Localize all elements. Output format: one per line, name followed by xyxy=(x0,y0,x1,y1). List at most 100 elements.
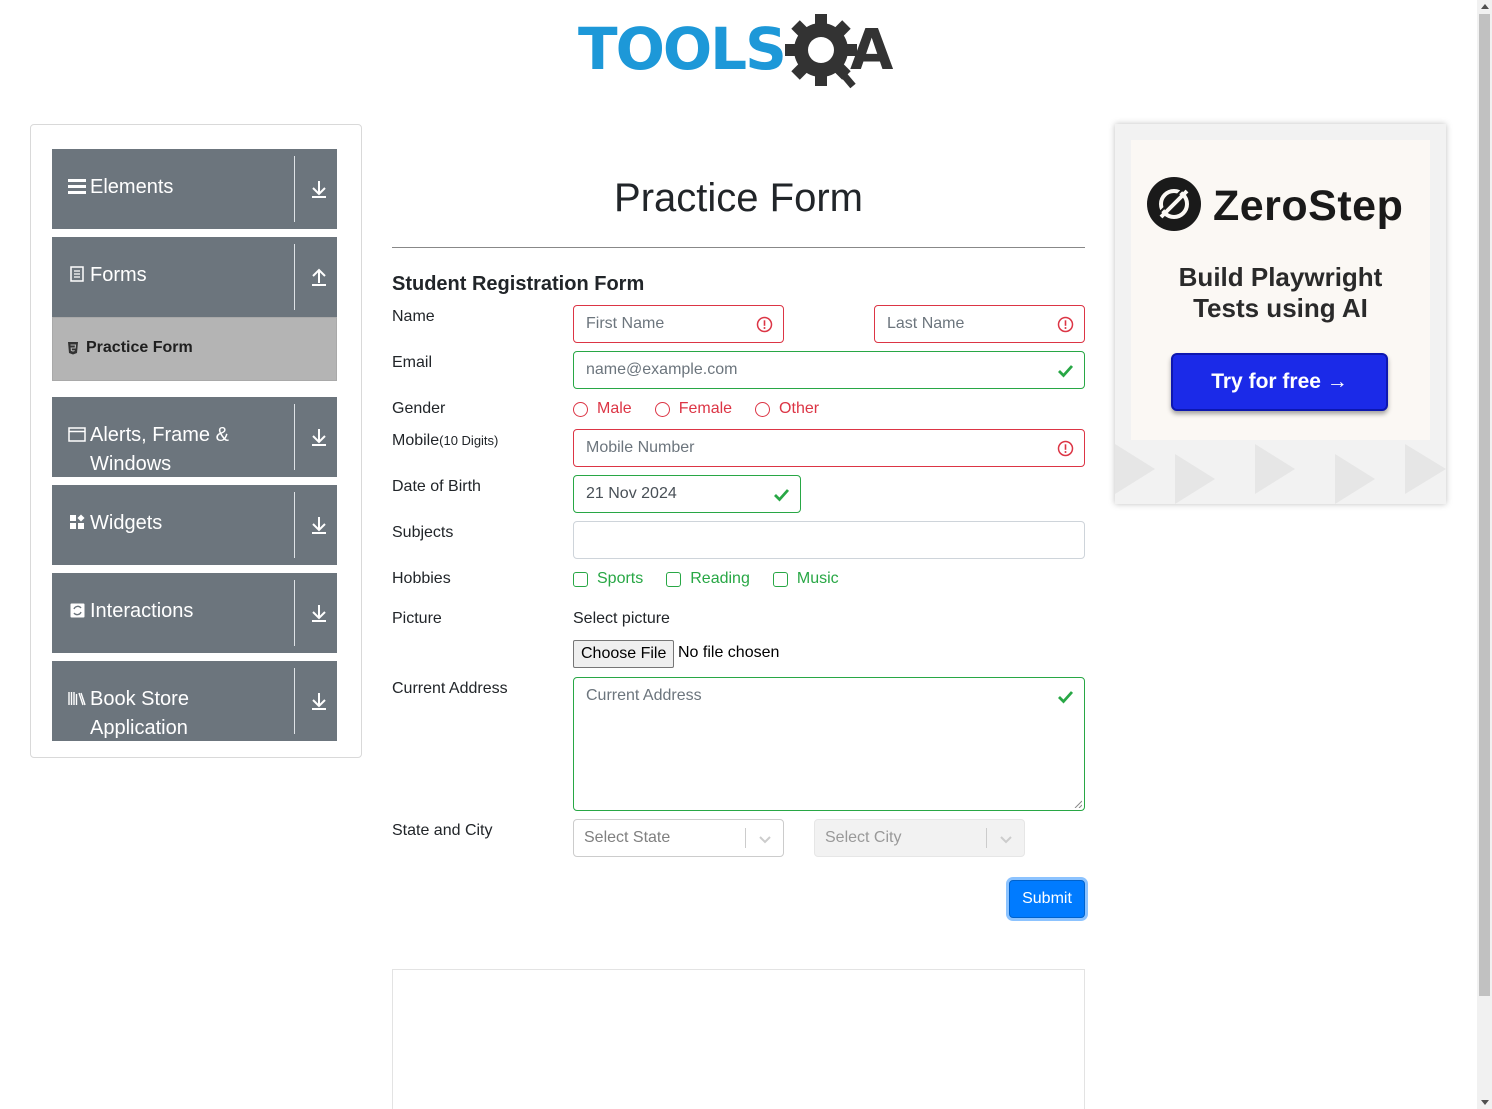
city-select[interactable]: Select City xyxy=(814,819,1025,857)
divider xyxy=(392,247,1085,248)
sidebar-group-forms[interactable]: Forms xyxy=(52,237,337,317)
gender-other-radio[interactable] xyxy=(755,401,771,417)
hamburger-icon xyxy=(68,177,86,195)
hobby-sports-checkbox[interactable] xyxy=(573,571,588,587)
download-arrow-icon[interactable] xyxy=(310,179,328,199)
gender-other-label[interactable]: Other xyxy=(779,400,819,418)
hobby-reading-label[interactable]: Reading xyxy=(690,570,750,588)
scroll-down-arrow-icon[interactable] xyxy=(1481,1100,1489,1105)
upload-arrow-icon[interactable] xyxy=(310,267,328,287)
picture-label: Picture xyxy=(392,610,442,627)
vertical-scrollbar[interactable] xyxy=(1477,0,1492,1109)
error-icon xyxy=(1057,316,1074,333)
download-arrow-icon[interactable] xyxy=(310,427,328,447)
sidebar-group-interactions[interactable]: Interactions xyxy=(52,573,337,653)
hobby-reading-checkbox[interactable] xyxy=(666,571,682,587)
hobbies-label: Hobbies xyxy=(392,570,451,587)
dob-input[interactable]: 21 Nov 2024 xyxy=(573,475,801,513)
divider xyxy=(745,828,746,848)
select-picture-label: Select picture xyxy=(573,610,670,627)
state-city-label: State and City xyxy=(392,822,493,839)
sidebar-item-practice-form[interactable]: Practice Form xyxy=(52,317,337,381)
checkmark-icon xyxy=(774,489,790,502)
email-label: Email xyxy=(392,354,433,371)
ad-headline: Build Playwright Tests using AI xyxy=(1131,262,1430,324)
dob-label: Date of Birth xyxy=(392,478,481,495)
bottom-ad-container xyxy=(392,969,1085,1109)
hobby-music-label[interactable]: Music xyxy=(797,570,839,588)
download-arrow-icon[interactable] xyxy=(310,691,328,711)
state-select[interactable]: Select State xyxy=(573,819,784,857)
checkmark-icon xyxy=(1058,691,1074,704)
last-name-placeholder: Last Name xyxy=(887,315,965,332)
interactions-icon xyxy=(68,601,86,619)
scrollbar-thumb[interactable] xyxy=(1479,14,1490,996)
gender-male-label[interactable]: Male xyxy=(597,400,632,418)
mobile-placeholder: Mobile Number xyxy=(586,439,695,456)
error-icon xyxy=(756,316,773,333)
error-icon xyxy=(1057,440,1074,457)
divider xyxy=(294,492,295,558)
sidebar-group-book-store[interactable]: Book Store Application xyxy=(52,661,337,741)
state-placeholder: Select State xyxy=(584,829,671,846)
document-icon xyxy=(68,265,86,283)
address-label: Current Address xyxy=(392,680,508,697)
svg-text:TOOLS: TOOLS xyxy=(578,15,785,83)
hobby-music-checkbox[interactable] xyxy=(772,571,788,587)
html5-icon xyxy=(68,342,78,355)
no-file-text: No file chosen xyxy=(678,644,780,661)
ad-cta-button[interactable]: Try for free → xyxy=(1171,353,1388,411)
hobbies-checkbox-group: Sports Reading Music xyxy=(573,570,862,588)
hobby-sports-label[interactable]: Sports xyxy=(597,570,643,588)
gender-female-radio[interactable] xyxy=(654,401,670,417)
toolsqa-logo[interactable]: TOOLS A xyxy=(578,14,903,92)
gender-female-label[interactable]: Female xyxy=(679,400,732,418)
subjects-label: Subjects xyxy=(392,524,454,541)
divider xyxy=(986,828,987,848)
ad-brand-name: ZeroStep xyxy=(1213,182,1404,230)
sidebar-group-label: Interactions xyxy=(90,600,194,622)
choose-file-button[interactable]: Choose File xyxy=(573,640,675,668)
submit-button[interactable]: Submit xyxy=(1009,880,1085,918)
sidebar-group-label: Alerts, Frame & Windows xyxy=(90,424,229,475)
first-name-placeholder: First Name xyxy=(586,315,665,332)
sidebar-group-label: Book Store Application xyxy=(90,688,189,739)
name-label: Name xyxy=(392,308,435,325)
ad-headline-line2: Tests using AI xyxy=(1193,293,1368,323)
address-placeholder: Current Address xyxy=(586,687,702,704)
city-placeholder: Select City xyxy=(825,829,902,846)
sidebar-group-widgets[interactable]: Widgets xyxy=(52,485,337,565)
last-name-input[interactable]: Last Name xyxy=(874,305,1085,343)
email-input[interactable]: name@example.com xyxy=(573,351,1085,389)
divider xyxy=(294,580,295,646)
divider xyxy=(294,156,295,222)
sidebar-group-alerts[interactable]: Alerts, Frame & Windows xyxy=(52,397,337,477)
sidebar-group-elements[interactable]: Elements xyxy=(52,149,337,229)
subjects-input[interactable] xyxy=(573,521,1085,559)
sidebar-group-label: Elements xyxy=(90,176,174,198)
widgets-icon xyxy=(68,513,86,531)
download-arrow-icon[interactable] xyxy=(310,515,328,535)
first-name-input[interactable]: First Name xyxy=(573,305,784,343)
scroll-up-arrow-icon[interactable] xyxy=(1481,4,1489,9)
mobile-input[interactable]: Mobile Number xyxy=(573,429,1085,467)
current-address-textarea[interactable]: Current Address xyxy=(573,677,1085,811)
divider xyxy=(294,404,295,470)
sidebar-item-label: Practice Form xyxy=(86,339,193,356)
download-arrow-icon[interactable] xyxy=(310,603,328,623)
header: TOOLS A xyxy=(0,0,1477,100)
sidebar: Elements Forms Practice Form Alerts, Fra… xyxy=(30,124,362,758)
window-icon xyxy=(68,425,86,443)
books-icon xyxy=(68,689,86,707)
divider xyxy=(294,244,295,310)
sidebar-group-label: Widgets xyxy=(90,512,163,534)
chevron-down-icon[interactable] xyxy=(758,832,772,846)
zerostep-logo-icon xyxy=(1147,177,1201,231)
gender-male-radio[interactable] xyxy=(573,401,588,417)
form-title: Student Registration Form xyxy=(392,273,645,295)
email-placeholder: name@example.com xyxy=(586,361,738,378)
resize-handle-icon[interactable] xyxy=(1074,800,1082,808)
page-title: Practice Form xyxy=(614,176,863,220)
ad-banner[interactable]: ZeroStep Build Playwright Tests using AI… xyxy=(1115,124,1446,504)
ad-card: ZeroStep Build Playwright Tests using AI… xyxy=(1131,140,1430,440)
